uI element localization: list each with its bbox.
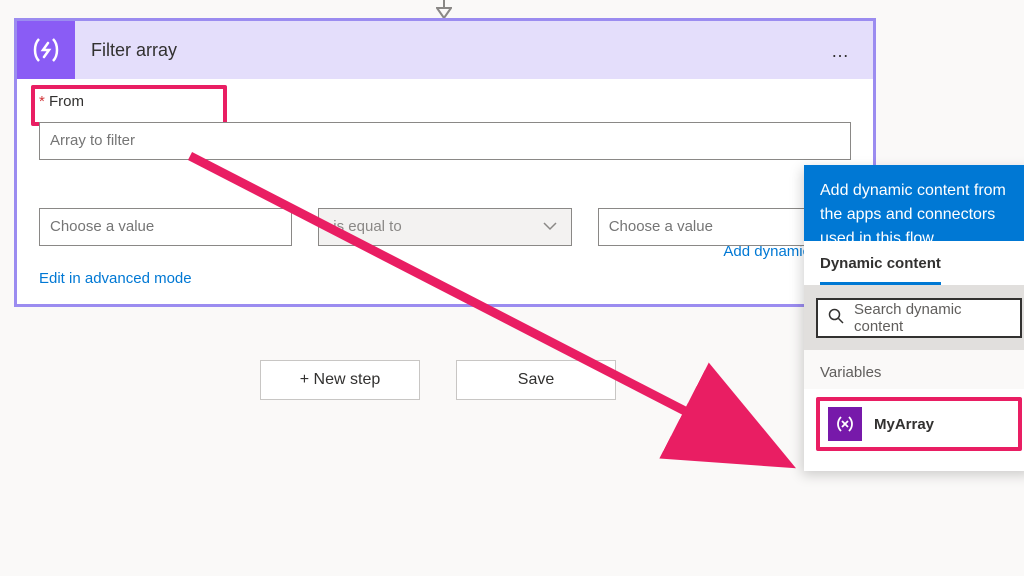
from-label-text: From <box>49 93 84 110</box>
variable-name: MyArray <box>874 416 934 433</box>
dynamic-content-link-row: Add dynamic conte <box>51 243 851 261</box>
section-variables-header: Variables <box>804 350 1024 389</box>
variable-icon <box>828 407 862 441</box>
condition-operator-select[interactable]: is equal to <box>318 208 571 246</box>
ellipsis-icon: … <box>831 41 851 61</box>
edit-advanced-mode-link[interactable]: Edit in advanced mode <box>39 270 192 287</box>
flow-connector-arrow <box>436 0 452 18</box>
dynamic-content-banner: Add dynamic content from the apps and co… <box>804 165 1024 241</box>
search-wrap: Search dynamic content <box>804 286 1024 350</box>
arrow-down-icon <box>436 0 452 20</box>
new-step-button[interactable]: + New step <box>260 360 420 400</box>
operator-label: is equal to <box>333 218 401 235</box>
from-label: * From <box>39 93 219 110</box>
variable-items: MyArray <box>804 389 1024 471</box>
card-header[interactable]: Filter array … <box>17 21 873 79</box>
card-title: Filter array <box>75 40 177 61</box>
card-menu-button[interactable]: … <box>831 41 851 62</box>
from-field-highlight: * From <box>31 85 227 126</box>
card-body: * From Add dynamic conte is equal to Edi… <box>17 79 873 304</box>
filter-array-card: Filter array … * From Add dynamic conte … <box>14 18 876 307</box>
variable-item-myarray[interactable]: MyArray <box>816 397 1022 451</box>
required-asterisk: * <box>39 93 45 110</box>
tab-dynamic-content[interactable]: Dynamic content <box>820 255 941 285</box>
search-placeholder: Search dynamic content <box>854 301 1010 335</box>
condition-row: is equal to <box>39 208 851 246</box>
dynamic-content-panel: Add dynamic content from the apps and co… <box>804 165 1024 471</box>
data-operations-icon <box>17 21 75 79</box>
search-icon <box>828 308 844 329</box>
from-input[interactable] <box>39 122 851 160</box>
chevron-down-icon <box>543 218 557 235</box>
save-button[interactable]: Save <box>456 360 616 400</box>
condition-left-input[interactable] <box>39 208 292 246</box>
dynamic-search-input[interactable]: Search dynamic content <box>816 298 1022 338</box>
bottom-button-row: + New step Save <box>260 360 616 400</box>
